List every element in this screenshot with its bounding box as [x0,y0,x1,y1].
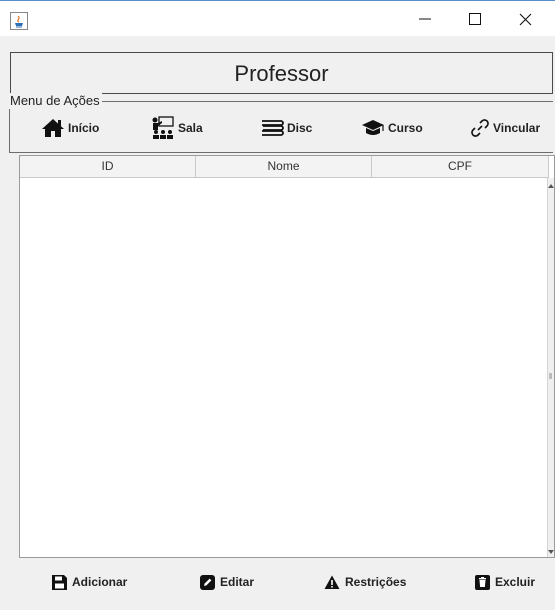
menu-item-label: Sala [178,121,203,135]
page-title: Professor [234,61,329,86]
scroll-up-icon[interactable] [548,184,554,188]
add-button-label: Adicionar [72,575,128,589]
menu-item-disc[interactable]: Disc [260,115,312,141]
table-header: ID Nome CPF [20,156,549,178]
minimize-button[interactable] [402,1,448,37]
menu-item-vincular[interactable]: Vincular [470,115,540,141]
scroll-down-icon[interactable] [548,550,554,554]
column-header-nome[interactable]: Nome [196,156,372,177]
vertical-scrollbar[interactable] [547,178,554,557]
column-header-id[interactable]: ID [20,156,196,177]
menu-item-label: Disc [287,121,313,135]
menu-item-label: Início [68,121,100,135]
page-header: Professor [10,52,553,94]
minimize-icon [419,18,431,20]
menu-item-label: Curso [388,121,423,135]
menu-item-inicio[interactable]: Início [41,115,99,141]
column-header-cpf[interactable]: CPF [372,156,549,177]
maximize-icon [469,13,481,25]
menu-item-curso[interactable]: Curso [361,115,423,141]
close-icon [519,13,531,25]
menu-item-label: Vincular [493,121,541,135]
add-button[interactable]: Adicionar [52,569,127,595]
classroom-icon [152,116,174,139]
title-bar [0,0,555,36]
edit-icon [200,574,215,590]
actions-menu-legend: Menu de Ações [8,93,102,109]
delete-button[interactable]: Excluir [475,569,535,595]
restrictions-button-label: Restrições [345,575,407,589]
maximize-button[interactable] [452,1,498,37]
professor-table: ID Nome CPF [19,155,555,558]
restrictions-button[interactable]: Restrições [324,569,406,595]
edit-button-label: Editar [220,575,255,589]
java-cup-icon [10,12,28,30]
save-icon [52,574,67,590]
actions-menu: Menu de Ações Início Sala Disc Curso Vin… [8,93,553,153]
home-icon [42,119,64,137]
graduation-cap-icon [362,120,384,135]
books-icon [262,120,284,136]
edit-button[interactable]: Editar [200,569,254,595]
link-icon [471,119,489,137]
table-body[interactable] [20,178,549,557]
warning-icon [324,575,340,589]
close-button[interactable] [502,1,548,37]
trash-icon [475,574,490,590]
menu-item-sala[interactable]: Sala [151,115,203,141]
delete-button-label: Excluir [495,575,536,589]
scroll-thumb[interactable] [549,373,552,379]
